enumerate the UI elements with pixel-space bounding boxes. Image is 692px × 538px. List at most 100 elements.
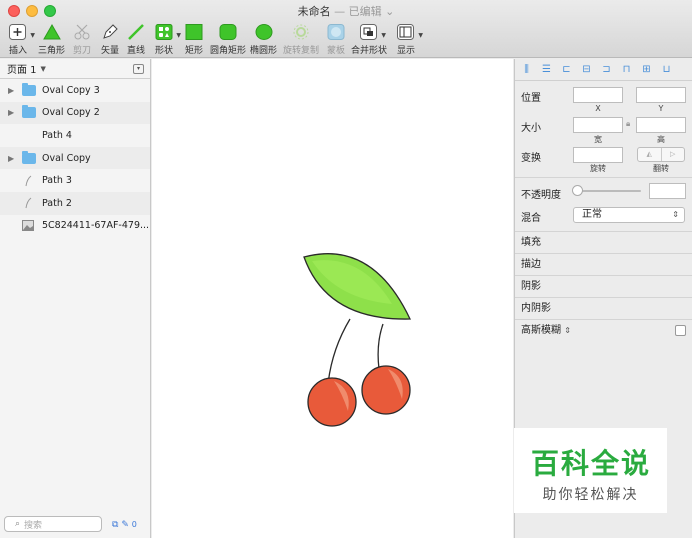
filter-count: 0 — [131, 520, 137, 529]
right-stem — [377, 323, 384, 370]
watermark-subtitle: 助你轻松解决 — [542, 487, 639, 503]
transform-label: 变换 — [521, 153, 541, 164]
cherry-artwork[interactable] — [152, 59, 513, 538]
rectangle-button[interactable]: 矩形 — [182, 22, 206, 56]
slice-filter-icon[interactable]: ✎ — [121, 520, 129, 530]
distribute-horizontal-icon[interactable]: ⫼ — [521, 64, 532, 75]
blur-section[interactable]: 高斯模糊 ⇕ — [515, 319, 692, 341]
blend-mode-select[interactable]: 正常 ⇕ — [573, 207, 685, 223]
opacity-slider-track[interactable] — [574, 190, 641, 192]
folder-icon — [22, 105, 36, 119]
layer-row-image[interactable]: 5C824411-67AF-479... — [0, 214, 150, 238]
align-center-icon[interactable]: ⊟ — [581, 64, 592, 75]
oval-button[interactable]: 椭圆形 — [250, 22, 277, 56]
path-icon — [22, 197, 36, 209]
left-stem — [327, 318, 351, 385]
search-icon: ⌕ — [15, 519, 21, 529]
layer-row-path-2[interactable]: Path 2 — [0, 191, 150, 215]
folder-icon — [22, 150, 36, 164]
oval-icon — [252, 22, 276, 41]
layer-row-oval-copy-3[interactable]: ▶ Oval Copy 3 — [0, 79, 150, 102]
align-middle-icon[interactable]: ⊞ — [641, 64, 652, 75]
position-label: 位置 — [521, 93, 541, 104]
view-button[interactable]: ▼ 显示 — [394, 22, 423, 56]
page-toggle-icon[interactable]: ▾ — [133, 64, 144, 74]
opacity-label: 不透明度 — [521, 190, 561, 201]
shadow-section[interactable]: 阴影 — [515, 275, 692, 297]
layer-row-path-3[interactable]: Path 3 — [0, 169, 150, 192]
blend-label: 混合 — [521, 213, 541, 224]
layer-row-oval-copy-2[interactable]: ▶ Oval Copy 2 — [0, 101, 150, 125]
window-title: 未命名 — 已编辑 ⌄ — [297, 5, 395, 18]
rotate-copy-icon — [289, 22, 313, 41]
select-arrows-icon: ⇕ — [564, 326, 571, 335]
fill-section[interactable]: 填充 — [515, 231, 692, 253]
rounded-rectangle-button[interactable]: 圆角矩形 — [210, 22, 246, 56]
scissors-button[interactable]: 剪刀 — [70, 22, 94, 56]
height-field[interactable] — [636, 117, 686, 133]
path-icon — [22, 175, 36, 187]
mask-icon — [324, 22, 348, 41]
shape-button[interactable]: ▼ 形状 — [152, 22, 181, 56]
align-top-icon[interactable]: ⊓ — [621, 64, 632, 75]
distribute-vertical-icon[interactable]: ☰ — [541, 64, 552, 75]
chevron-down-icon: ▼ — [40, 64, 46, 73]
left-cherry — [307, 377, 357, 427]
flip-horizontal-icon[interactable]: ◭ — [638, 148, 662, 161]
layer-filter-controls[interactable]: ⧉ ✎ 0 — [112, 520, 137, 530]
rounded-rectangle-icon — [216, 22, 240, 41]
title-bar: 未命名 — 已编辑 ⌄ ▼ 插入 三角形 剪刀 矢量 直线 ▼ 形状 矩形 圆角… — [0, 0, 692, 58]
design-canvas[interactable] — [152, 59, 513, 538]
align-left-icon[interactable]: ⊏ — [561, 64, 572, 75]
watermark-title: 百科全说 — [530, 447, 651, 480]
view-icon: ▼ — [394, 22, 423, 41]
opacity-slider-knob[interactable] — [572, 185, 583, 196]
width-field[interactable] — [573, 117, 623, 133]
edited-status: — 已编辑 — [334, 5, 382, 18]
flip-control[interactable]: ◭ ▷ — [637, 147, 685, 162]
flip-vertical-icon[interactable]: ▷ — [662, 148, 685, 161]
line-icon — [124, 22, 148, 41]
layers-panel: 页面 1 ▼ ▾ ▶ Oval Copy 3 ▶ Oval Copy 2 Pat… — [0, 59, 151, 538]
y-field[interactable] — [636, 87, 686, 103]
vector-button[interactable]: 矢量 — [98, 22, 122, 56]
layer-list: ▶ Oval Copy 3 ▶ Oval Copy 2 Path 4 ▶ Ova… — [0, 79, 150, 238]
right-cherry — [361, 365, 411, 415]
image-icon — [22, 220, 36, 232]
disclosure-triangle-icon[interactable]: ▶ — [8, 154, 14, 163]
layer-row-oval-copy[interactable]: ▶ Oval Copy — [0, 146, 150, 170]
watermark: 百科全说 助你轻松解决 — [514, 428, 667, 513]
x-field[interactable] — [573, 87, 623, 103]
insert-button[interactable]: ▼ 插入 — [6, 22, 35, 56]
combine-shapes-button[interactable]: ▼ 合并形状 — [351, 22, 387, 56]
folder-icon — [22, 82, 36, 96]
combine-shapes-icon: ▼ — [357, 22, 386, 41]
mask-button[interactable]: 蒙板 — [324, 22, 348, 56]
scissors-icon — [70, 22, 94, 41]
align-right-icon[interactable]: ⊐ — [601, 64, 612, 75]
blur-checkbox[interactable] — [675, 325, 686, 336]
page-selector[interactable]: 页面 1 ▼ ▾ — [0, 59, 150, 79]
lock-icon[interactable]: 🔒︎ — [626, 119, 630, 129]
disclosure-triangle-icon[interactable]: ▶ — [8, 108, 14, 117]
triangle-icon — [40, 22, 64, 41]
title-chevron-icon[interactable]: ⌄ — [385, 5, 394, 18]
shapes-icon: ▼ — [152, 22, 181, 41]
layer-search-input[interactable]: ⌕ 搜索 — [4, 516, 102, 532]
line-button[interactable]: 直线 — [124, 22, 148, 56]
align-bottom-icon[interactable]: ⊔ — [661, 64, 672, 75]
pen-icon — [98, 22, 122, 41]
border-section[interactable]: 描边 — [515, 253, 692, 275]
symbols-filter-icon[interactable]: ⧉ — [112, 520, 118, 530]
opacity-field[interactable] — [649, 183, 686, 199]
triangle-button[interactable]: 三角形 — [38, 22, 65, 56]
select-arrows-icon: ⇕ — [672, 210, 679, 219]
inner-shadow-section[interactable]: 内阴影 — [515, 297, 692, 319]
size-label: 大小 — [521, 123, 541, 134]
disclosure-triangle-icon[interactable]: ▶ — [8, 86, 14, 95]
rotate-field[interactable] — [573, 147, 623, 163]
rotate-copy-button[interactable]: 旋转复制 — [283, 22, 319, 56]
alignment-toolbar: ⫼ ☰ ⊏ ⊟ ⊐ ⊓ ⊞ ⊔ — [515, 59, 692, 81]
layer-row-path-4[interactable]: Path 4 — [0, 124, 150, 147]
rectangle-icon — [182, 22, 206, 41]
